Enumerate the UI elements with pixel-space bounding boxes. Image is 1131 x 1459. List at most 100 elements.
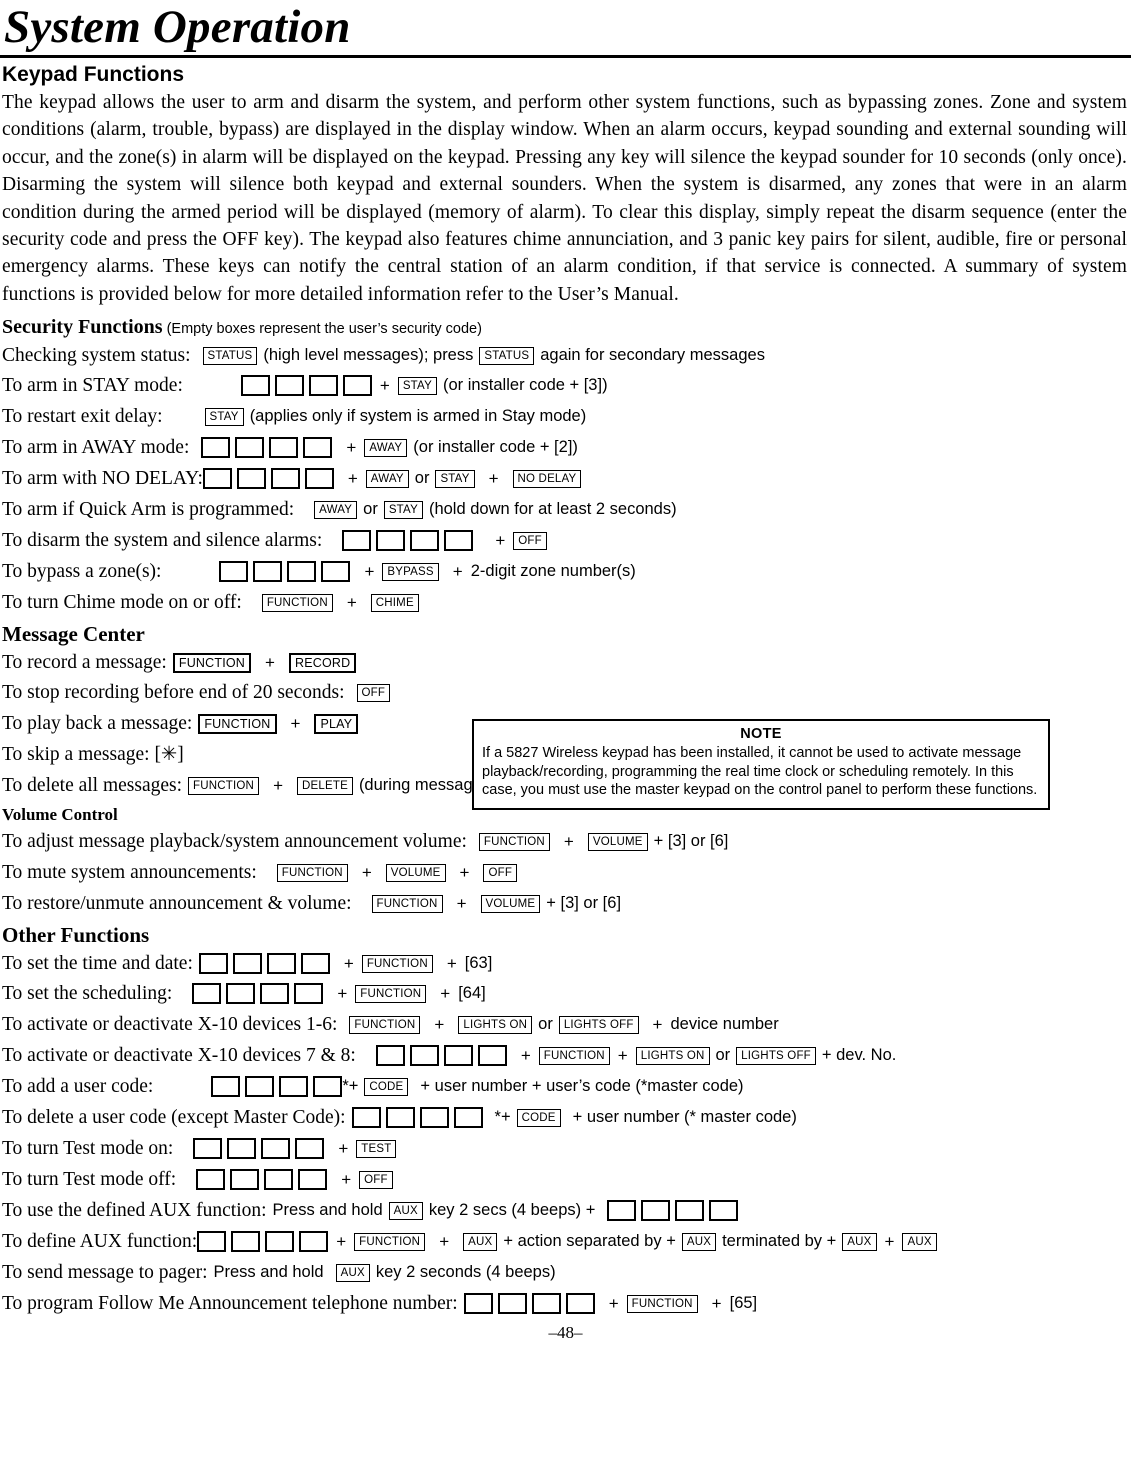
key-status-2[interactable]: STATUS (479, 347, 535, 365)
key-aux[interactable]: AUX (681, 1233, 717, 1251)
key-lights-off[interactable]: LIGHTS OFF (558, 1016, 639, 1034)
code-digit-box[interactable] (231, 1231, 261, 1253)
security-code-boxes[interactable] (607, 1200, 739, 1222)
code-digit-box[interactable] (342, 530, 372, 552)
key-off[interactable]: OFF (513, 532, 547, 550)
code-digit-box[interactable] (236, 468, 266, 490)
code-digit-box[interactable] (410, 530, 440, 552)
key-aux[interactable]: AUX (842, 1233, 877, 1251)
security-code-boxes[interactable] (375, 1045, 507, 1067)
code-digit-box[interactable] (201, 437, 231, 459)
key-aux[interactable]: AUX (388, 1202, 423, 1220)
security-code-boxes[interactable] (342, 530, 474, 552)
code-digit-box[interactable] (300, 953, 330, 975)
key-code[interactable]: CODE (364, 1078, 409, 1096)
security-code-boxes[interactable] (193, 1138, 325, 1160)
code-digit-box[interactable] (607, 1200, 637, 1222)
code-digit-box[interactable] (419, 1107, 449, 1129)
code-digit-box[interactable] (261, 1138, 291, 1160)
key-function[interactable]: FUNCTION (538, 1047, 610, 1065)
code-digit-box[interactable] (219, 561, 249, 583)
code-digit-box[interactable] (266, 953, 296, 975)
code-digit-box[interactable] (376, 530, 406, 552)
code-digit-box[interactable] (265, 1231, 295, 1253)
key-function[interactable]: FUNCTION (355, 985, 427, 1003)
key-stay[interactable]: STAY (397, 377, 437, 395)
key-no-delay[interactable]: NO DELAY (512, 470, 582, 488)
code-digit-box[interactable] (641, 1200, 671, 1222)
key-lights-on[interactable]: LIGHTS ON (635, 1047, 710, 1065)
code-digit-box[interactable] (295, 1138, 325, 1160)
key-away[interactable]: AWAY (365, 470, 409, 488)
code-digit-box[interactable] (443, 1045, 473, 1067)
code-digit-box[interactable] (269, 437, 299, 459)
security-code-boxes[interactable] (211, 1076, 343, 1098)
code-digit-box[interactable] (308, 375, 338, 397)
key-stay[interactable]: STAY (435, 470, 475, 488)
key-function[interactable]: FUNCTION (349, 1016, 421, 1034)
code-digit-box[interactable] (226, 983, 256, 1005)
code-digit-box[interactable] (202, 468, 232, 490)
key-function[interactable]: FUNCTION (361, 955, 433, 973)
key-function[interactable]: FUNCTION (198, 713, 277, 734)
code-digit-box[interactable] (193, 1138, 223, 1160)
key-lights-off[interactable]: LIGHTS OFF (736, 1047, 816, 1065)
code-digit-box[interactable] (675, 1200, 705, 1222)
code-digit-box[interactable] (294, 983, 324, 1005)
code-digit-box[interactable] (197, 1231, 227, 1253)
key-aux[interactable]: AUX (463, 1233, 498, 1251)
key-aux[interactable]: AUX (902, 1233, 937, 1251)
key-stay[interactable]: STAY (204, 408, 244, 426)
code-digit-box[interactable] (303, 437, 333, 459)
key-code[interactable]: CODE (516, 1109, 561, 1127)
code-digit-box[interactable] (463, 1293, 493, 1315)
security-code-boxes[interactable] (202, 468, 334, 490)
key-chime[interactable]: CHIME (370, 594, 419, 612)
key-off[interactable]: OFF (356, 684, 391, 702)
key-function[interactable]: FUNCTION (276, 864, 348, 882)
key-status-1[interactable]: STATUS (202, 347, 258, 365)
code-digit-box[interactable] (232, 953, 262, 975)
code-digit-box[interactable] (375, 1045, 405, 1067)
code-digit-box[interactable] (274, 375, 304, 397)
code-digit-box[interactable] (298, 1169, 328, 1191)
code-digit-box[interactable] (240, 375, 270, 397)
code-digit-box[interactable] (279, 1076, 309, 1098)
security-code-boxes[interactable] (201, 437, 333, 459)
code-digit-box[interactable] (211, 1076, 241, 1098)
security-code-boxes[interactable] (240, 375, 372, 397)
key-off[interactable]: OFF (483, 864, 518, 882)
key-function[interactable]: FUNCTION (354, 1233, 426, 1251)
key-volume[interactable]: VOLUME (385, 864, 446, 882)
key-stay[interactable]: STAY (383, 501, 423, 519)
code-digit-box[interactable] (453, 1107, 483, 1129)
key-play[interactable]: PLAY (314, 713, 359, 734)
key-away[interactable]: AWAY (314, 501, 358, 519)
code-digit-box[interactable] (342, 375, 372, 397)
code-digit-box[interactable] (385, 1107, 415, 1129)
key-function[interactable]: FUNCTION (188, 777, 260, 795)
key-off[interactable]: OFF (359, 1171, 393, 1189)
security-code-boxes[interactable] (192, 983, 324, 1005)
key-function[interactable]: FUNCTION (626, 1295, 698, 1313)
security-code-boxes[interactable] (198, 953, 330, 975)
code-digit-box[interactable] (497, 1293, 527, 1315)
code-digit-box[interactable] (230, 1169, 260, 1191)
key-volume[interactable]: VOLUME (587, 833, 648, 851)
code-digit-box[interactable] (351, 1107, 381, 1129)
key-record[interactable]: RECORD (288, 652, 357, 673)
security-code-boxes[interactable] (463, 1293, 595, 1315)
code-digit-box[interactable] (264, 1169, 294, 1191)
code-digit-box[interactable] (253, 561, 283, 583)
code-digit-box[interactable] (531, 1293, 561, 1315)
code-digit-box[interactable] (196, 1169, 226, 1191)
key-aux[interactable]: AUX (335, 1264, 370, 1282)
security-code-boxes[interactable] (197, 1231, 329, 1253)
code-digit-box[interactable] (304, 468, 334, 490)
security-code-boxes[interactable] (196, 1169, 328, 1191)
code-digit-box[interactable] (235, 437, 265, 459)
code-digit-box[interactable] (477, 1045, 507, 1067)
code-digit-box[interactable] (198, 953, 228, 975)
key-function[interactable]: FUNCTION (371, 895, 443, 913)
security-code-boxes[interactable] (219, 561, 351, 583)
